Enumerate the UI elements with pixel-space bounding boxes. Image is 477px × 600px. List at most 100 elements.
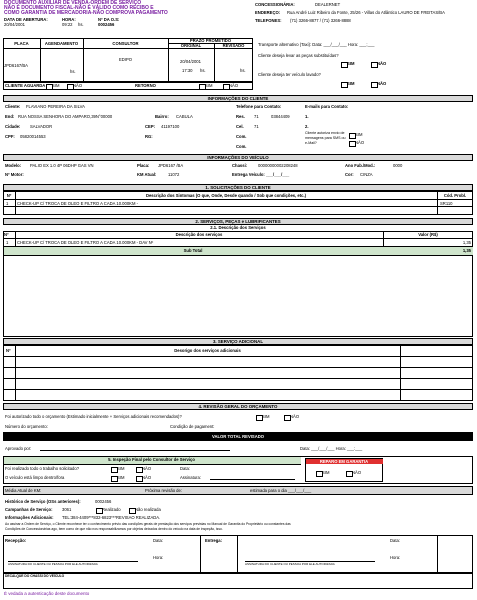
entrega-assinatura-cliente: ASSINATURA DO CLIENTE OU PESSOA POR ELE … <box>245 562 335 566</box>
campanha-nao-realizado-label: Não realizada <box>135 507 161 512</box>
servicos-col-n: Nº <box>4 232 9 237</box>
telefones-value: (71) 3266-8877 / (71) 3266-8888 <box>290 18 351 23</box>
subtotal-label: Sub Total <box>183 248 203 253</box>
condicao-pagamento-label: Condição de pagament: <box>170 424 215 429</box>
endereco-label: ENDEREÇO: <box>255 10 281 15</box>
retorno-nao-label: NÃO <box>229 83 239 88</box>
consultor-header: CONSULTOR <box>112 41 139 46</box>
aguarda-nao-label: NÃO <box>73 83 83 88</box>
solicitacoes-col-cod: Cód. Probl. <box>443 193 467 198</box>
inspecao-section-header: 5. Inspeção Final pelo Consultor de Serv… <box>108 457 195 462</box>
cel-ddd: 71 <box>254 124 259 129</box>
entrega-veiculo-label: Entrega Veículo: ___/___/___ <box>232 172 290 177</box>
retorno-sim-label: SIM <box>205 83 213 88</box>
info-adicionais-value: TEL:384-4409***832-6823***REVISAO REALIZ… <box>62 515 161 520</box>
veiculo-section-header: INFORMAÇÕES DO VEÍCULO <box>3 154 473 161</box>
solicitacoes-col-desc: Descrição dos Sintomas (O que, Onde, Des… <box>145 193 307 198</box>
sms-sim-label: SIM <box>355 132 363 137</box>
cor-value: CINZA <box>360 172 373 177</box>
adicional-table <box>3 345 473 401</box>
campanhas-label: Campanhas de Serviço: <box>5 507 53 512</box>
valor-total-revisado: VALOR TOTAL REVISADO <box>211 434 265 439</box>
com2-label: Com. <box>236 144 247 149</box>
tel-contato-label: Telefone para Contato: <box>236 104 282 109</box>
inspecao-limpo-q: O veículo está limpo dentro/fora <box>5 475 65 480</box>
solicitacoes-section-header: 1. SOLICITAÇÕES DO CLIENTE <box>3 184 473 191</box>
placa-value: JPD6167/BA <box>4 63 28 68</box>
recepcao-hora-label: Hora: <box>153 555 164 560</box>
modelo-value: PALIO EX 1.0 4P 06DHP GAS VN <box>30 163 94 168</box>
cliente-label: Cliente: <box>5 104 21 109</box>
lavado-sim-label: SIM <box>347 81 355 86</box>
media-km-row <box>3 486 473 495</box>
cel-label: Cel. <box>236 124 244 129</box>
inspecao-assinatura-label: Assinatura: <box>180 475 201 480</box>
modelo-label: Modelo: <box>5 163 22 168</box>
num-os-value: 0002456 <box>98 22 115 27</box>
res-label: Res. <box>236 114 245 119</box>
rodape-aviso: É vedada a autenticação deste documento <box>4 591 90 596</box>
emails-contato-label: E-mails para Contato: <box>305 104 349 109</box>
com1-label: Com. <box>236 134 247 139</box>
revisao-data: Data: ___/___/___ Hora: ___:___ <box>300 446 363 451</box>
adicional-col-desc: Desorigo dos serviços adicionais <box>174 348 241 353</box>
aviso-line2: Condições de Concessionárias ago, bem co… <box>5 527 223 531</box>
adicional-col-n: Nº <box>6 348 11 353</box>
revisao-section-header: 4. REVISÃO GERAL DO ORÇAMENTO <box>3 403 473 410</box>
servicos-subsection: 2.1. Descrição dos Serviços <box>210 225 266 230</box>
estimada-label: estimada para o dia ___/___/___ <box>250 488 312 493</box>
limpo-sim-label: SIM <box>117 475 125 480</box>
revisado-header: REVISADO <box>222 43 245 48</box>
lavado-question: Cliente deseja ter veículo lavado? <box>258 72 321 77</box>
motor-label: Nº Motor: <box>5 172 24 177</box>
aprovado-por-label: Aprovado por: <box>5 446 32 451</box>
servico-row-n: 1 <box>6 240 9 245</box>
entrega-data-label: Data: <box>390 538 401 543</box>
res-num: 03844409 <box>271 114 290 119</box>
reparo-nao-label: NÃO <box>352 470 362 475</box>
solicitacoes-col-n: Nº <box>6 193 12 198</box>
pecas-question: Cliente deseja levar as peças substituíd… <box>258 53 339 58</box>
revisado-hs: hs. <box>240 68 246 73</box>
email-1: 1. <box>305 114 309 119</box>
agendamento-header: AGENDAMENTO <box>44 41 79 46</box>
cliente-aguarda-label: CLIENTE AGUARDA <box>5 83 46 88</box>
transporte-text: Transporte alternativo (Taxi): Data: ___… <box>258 42 375 47</box>
sms-nao-label: NÃO <box>355 140 365 145</box>
recepcao-label: Recepção: <box>5 538 27 543</box>
servicos-col-valor: Valor (R$) <box>418 232 438 237</box>
historico-value: 0002456 <box>95 499 112 504</box>
concessionaria-value: DEALERNET <box>315 2 341 7</box>
km-label: KM Atual: <box>137 172 157 177</box>
chassi-value: 00000000002208248 <box>258 163 298 168</box>
sms-text3: e-Mail? <box>305 141 317 145</box>
placa-veic-value: JPD6167 /BA <box>158 163 184 168</box>
cpf-value: 05820014553 <box>20 134 46 139</box>
cidade-label: Cidade: <box>5 124 21 129</box>
historico-label: Histórico de Serviço (OSs anteriores): <box>5 499 81 504</box>
rg-label: RG: <box>145 134 153 139</box>
ano-label: Ano Fab./Mod.: <box>345 163 376 168</box>
media-km-label: Média Atual de KM: <box>5 488 42 493</box>
revisao-nao-label: NÃO <box>290 414 300 419</box>
original-header: ORIGINAL <box>180 43 202 48</box>
cep-value: 41197100 <box>161 124 180 129</box>
concessionaria-label: CONCESSIONÁRIA: <box>255 2 295 7</box>
subtotal-value: 1,35 <box>462 248 471 253</box>
adicional-section-header: 3. SERVIÇO ADICIONAL <box>3 338 473 345</box>
servicos-blank-area <box>3 255 473 337</box>
reparo-sim-label: SIM <box>322 470 330 475</box>
recepcao-data-label: Data: <box>153 538 164 543</box>
end-label: End: <box>5 114 15 119</box>
cidade-value: SALVADOR <box>30 124 53 129</box>
chassi-label: Chassi: <box>232 163 248 168</box>
servicos-section-header: 2. SERVIÇOS, PEÇAS e LUBRIFICANTES <box>3 218 473 225</box>
realizado-nao-label: NÃO <box>142 466 152 471</box>
pecas-nao-label: NÃO <box>377 61 387 66</box>
bairro-label: Bairro: <box>155 114 169 119</box>
numero-orcamento-label: Número do orçamento: <box>5 424 48 429</box>
inspecao-data-label: Data: <box>180 466 191 471</box>
hora-value: 09:22 <box>62 22 73 27</box>
prazo-hora: 17:30 <box>182 68 193 73</box>
solicitacao-row-desc: CHECK-UP C/ TROCA DE OLEO E FILTRO A CAD… <box>17 201 139 206</box>
